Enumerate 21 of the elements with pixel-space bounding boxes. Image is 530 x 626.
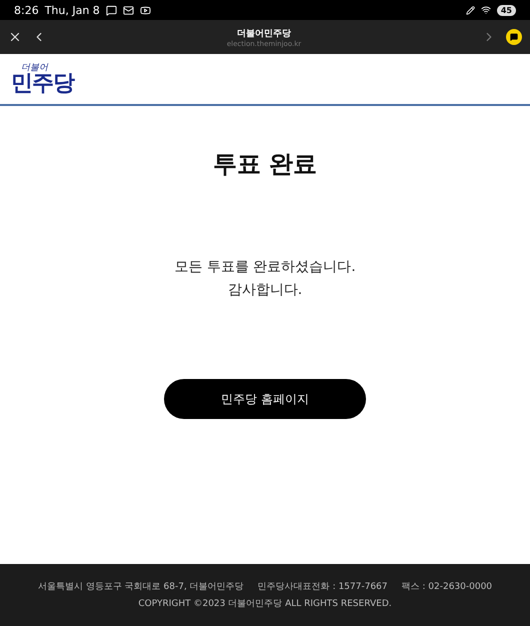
status-time: 8:26 <box>14 4 39 16</box>
footer-phone: 민주당사대표전화 : 1577-7667 <box>258 581 388 593</box>
homepage-button[interactable]: 민주당 홈페이지 <box>164 379 366 419</box>
pen-icon <box>466 6 475 14</box>
chat-icon <box>106 4 117 16</box>
logo-text[interactable]: 민주당 <box>11 72 74 94</box>
message-line: 모든 투표를 완료하셨습니다. <box>174 258 356 276</box>
status-date: Thu, Jan 8 <box>44 4 100 16</box>
footer-fax: 팩스 : 02-2630-0000 <box>402 581 492 593</box>
wifi-icon <box>480 5 491 15</box>
chat-bubble-icon[interactable] <box>506 29 522 45</box>
message-line: 감사합니다. <box>228 281 302 299</box>
video-icon <box>140 4 151 16</box>
page-heading: 투표 완료 <box>212 149 318 180</box>
logo-subtitle: 더불어 <box>21 64 48 72</box>
battery-level: 45 <box>496 4 516 16</box>
footer-address: 서울특별시 영등포구 국회대로 68-7, 더불어민주당 <box>38 581 244 593</box>
footer-copyright: COPYRIGHT ©2023 더불어민주당 ALL RIGHTS RESERVED. <box>138 598 392 610</box>
mail-icon <box>122 4 134 16</box>
close-icon[interactable] <box>8 30 22 44</box>
page-title: 더불어민주당 <box>237 28 291 40</box>
